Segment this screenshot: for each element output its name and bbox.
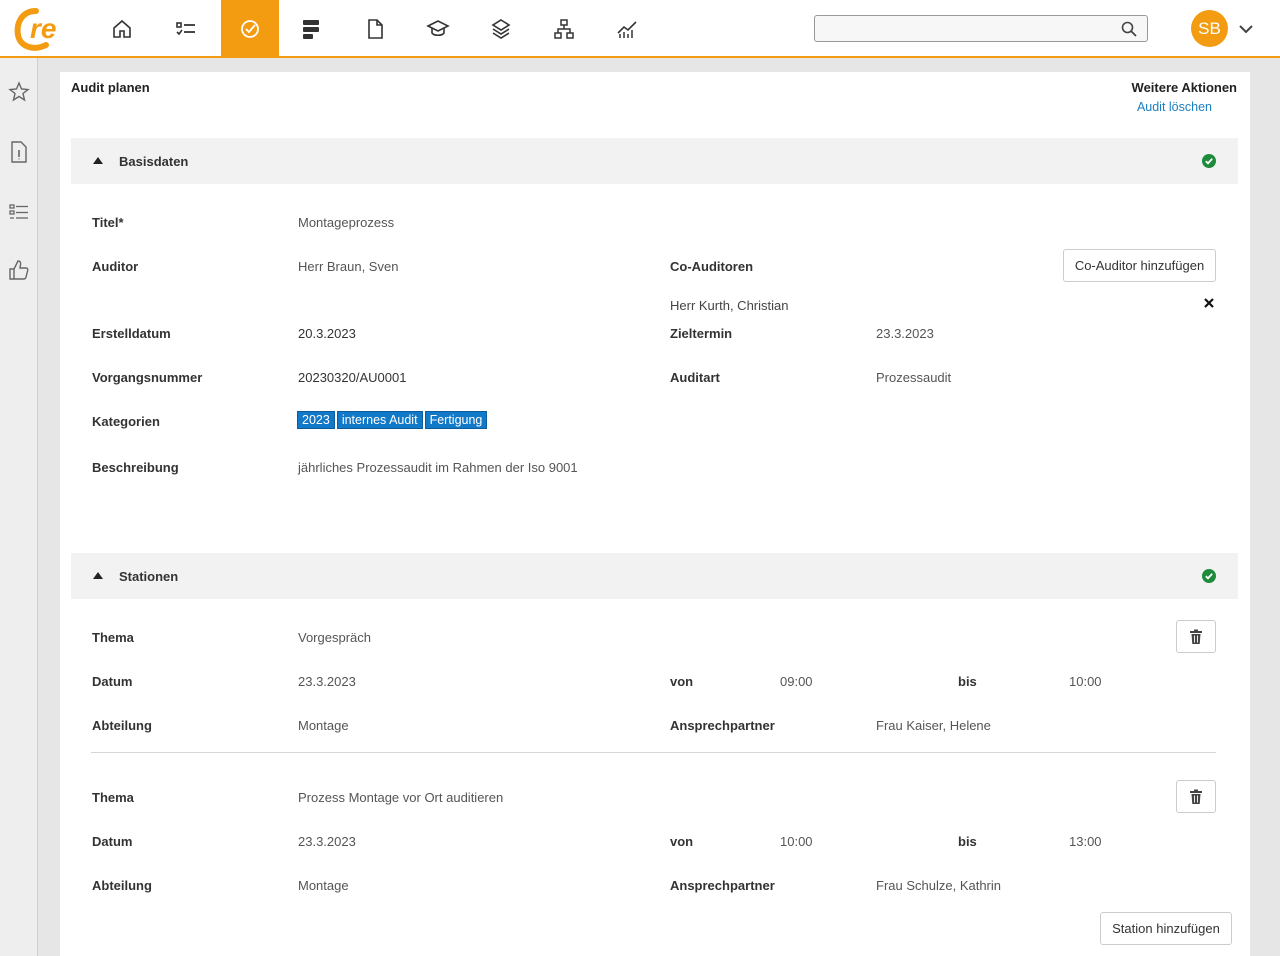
ansprechpartner-label: Ansprechpartner [670,878,775,893]
graduation-cap-icon[interactable] [409,0,467,57]
close-icon[interactable] [1203,297,1215,309]
stack-icon[interactable] [282,0,340,57]
trash-icon [1190,629,1202,644]
section-header-basisdaten[interactable]: Basisdaten [71,138,1238,184]
star-icon[interactable] [7,80,31,104]
thema-label: Thema [92,790,134,805]
user-avatar[interactable]: SB [1191,10,1228,47]
bis-label: bis [958,674,977,689]
svg-text:re: re [30,13,56,44]
top-navigation-bar: re SB [0,0,1280,58]
category-tag[interactable]: 2023 [297,411,335,429]
section-title: Basisdaten [119,154,189,169]
section-title: Stationen [119,569,179,584]
org-chart-icon[interactable] [535,0,593,57]
audit-form-card: Audit planen Weitere Aktionen Audit lösc… [60,72,1250,956]
auditor-label: Auditor [92,259,139,274]
station-datum-value[interactable]: 23.3.2023 [298,674,356,689]
app-logo[interactable]: re [14,5,74,53]
zieltermin-value[interactable]: 23.3.2023 [876,326,934,341]
more-actions-label: Weitere Aktionen [1131,80,1237,95]
kategorien-label: Kategorien [92,414,160,429]
datum-label: Datum [92,674,133,689]
left-sidebar [0,58,38,956]
station-bis-value[interactable]: 10:00 [1069,674,1102,689]
station-von-value[interactable]: 09:00 [780,674,813,689]
station-von-value[interactable]: 10:00 [780,834,813,849]
station-ansprechpartner-value[interactable]: Frau Kaiser, Helene [876,718,991,733]
category-tags[interactable]: 2023 internes Audit Fertigung [297,411,489,429]
vorgangsnummer-value: 20230320/AU0001 [298,370,407,385]
delete-station-button[interactable] [1176,780,1216,813]
check-circle-icon [1202,154,1216,168]
titel-value[interactable]: Montageprozess [298,215,394,230]
add-co-auditor-button[interactable]: Co-Auditor hinzufügen [1063,249,1216,282]
ansprechpartner-label: Ansprechpartner [670,718,775,733]
trash-icon [1190,789,1202,804]
station-datum-value[interactable]: 23.3.2023 [298,834,356,849]
von-label: von [670,674,694,689]
vorgangsnummer-label: Vorgangsnummer [92,370,203,385]
delete-audit-link[interactable]: Audit löschen [1137,100,1212,114]
datum-label: Datum [92,834,133,849]
layers-icon[interactable] [472,0,530,57]
category-tag[interactable]: Fertigung [424,411,488,429]
check-circle-icon [1202,569,1216,583]
titel-label: Titel* [92,215,124,230]
zieltermin-label: Zieltermin [670,326,733,341]
station-abteilung-value[interactable]: Montage [298,878,349,893]
station-abteilung-value[interactable]: Montage [298,718,349,733]
info-document-icon[interactable] [7,140,31,164]
thema-label: Thema [92,630,134,645]
auditart-value[interactable]: Prozessaudit [876,370,951,385]
category-tag[interactable]: internes Audit [336,411,423,429]
auditart-label: Auditart [670,370,720,385]
chevron-down-icon[interactable] [1236,19,1256,39]
search-icon[interactable] [1120,20,1138,38]
tasks-icon[interactable] [157,0,215,57]
bis-label: bis [958,834,977,849]
beschreibung-label: Beschreibung [92,460,179,475]
station-thema-value[interactable]: Vorgespräch [298,630,371,645]
erstelldatum-label: Erstelldatum [92,326,171,341]
abteilung-label: Abteilung [92,718,152,733]
erstelldatum-value: 20.3.2023 [298,326,356,341]
page-title: Audit planen [71,80,150,95]
thumbs-up-icon[interactable] [7,258,31,282]
section-header-stationen[interactable]: Stationen [71,553,1238,599]
auditor-value[interactable]: Herr Braun, Sven [298,259,398,274]
von-label: von [670,834,694,849]
collapse-triangle-icon[interactable] [93,157,103,164]
collapse-triangle-icon[interactable] [93,572,103,579]
abteilung-label: Abteilung [92,878,152,893]
beschreibung-value[interactable]: jährliches Prozessaudit im Rahmen der Is… [298,460,578,475]
co-auditors-label: Co-Auditoren [670,259,754,274]
station-divider [91,752,1216,753]
home-icon[interactable] [93,0,151,57]
list-icon[interactable] [7,200,31,224]
add-station-button[interactable]: Station hinzufügen [1100,912,1232,945]
delete-station-button[interactable] [1176,620,1216,653]
station-ansprechpartner-value[interactable]: Frau Schulze, Kathrin [876,878,1001,893]
document-icon[interactable] [346,0,404,57]
station-thema-value[interactable]: Prozess Montage vor Ort auditieren [298,790,503,805]
station-bis-value[interactable]: 13:00 [1069,834,1102,849]
analytics-icon[interactable] [598,0,656,57]
audit-check-icon[interactable] [221,0,279,57]
search-input[interactable] [814,15,1148,42]
co-auditor-entry: Herr Kurth, Christian [670,298,789,313]
